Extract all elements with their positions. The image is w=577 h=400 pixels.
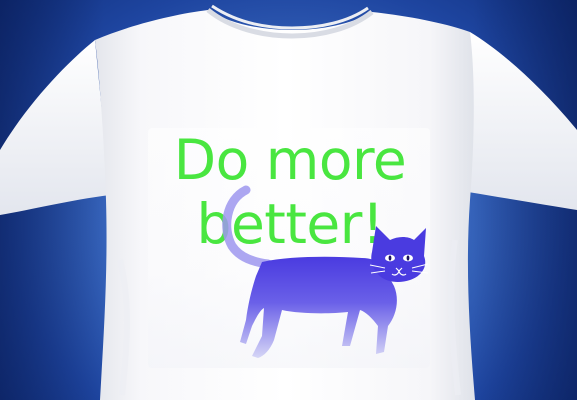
cat-tail	[222, 185, 273, 269]
cat-head	[371, 226, 426, 282]
cat-body	[240, 256, 397, 358]
cat-illustration	[222, 185, 429, 358]
